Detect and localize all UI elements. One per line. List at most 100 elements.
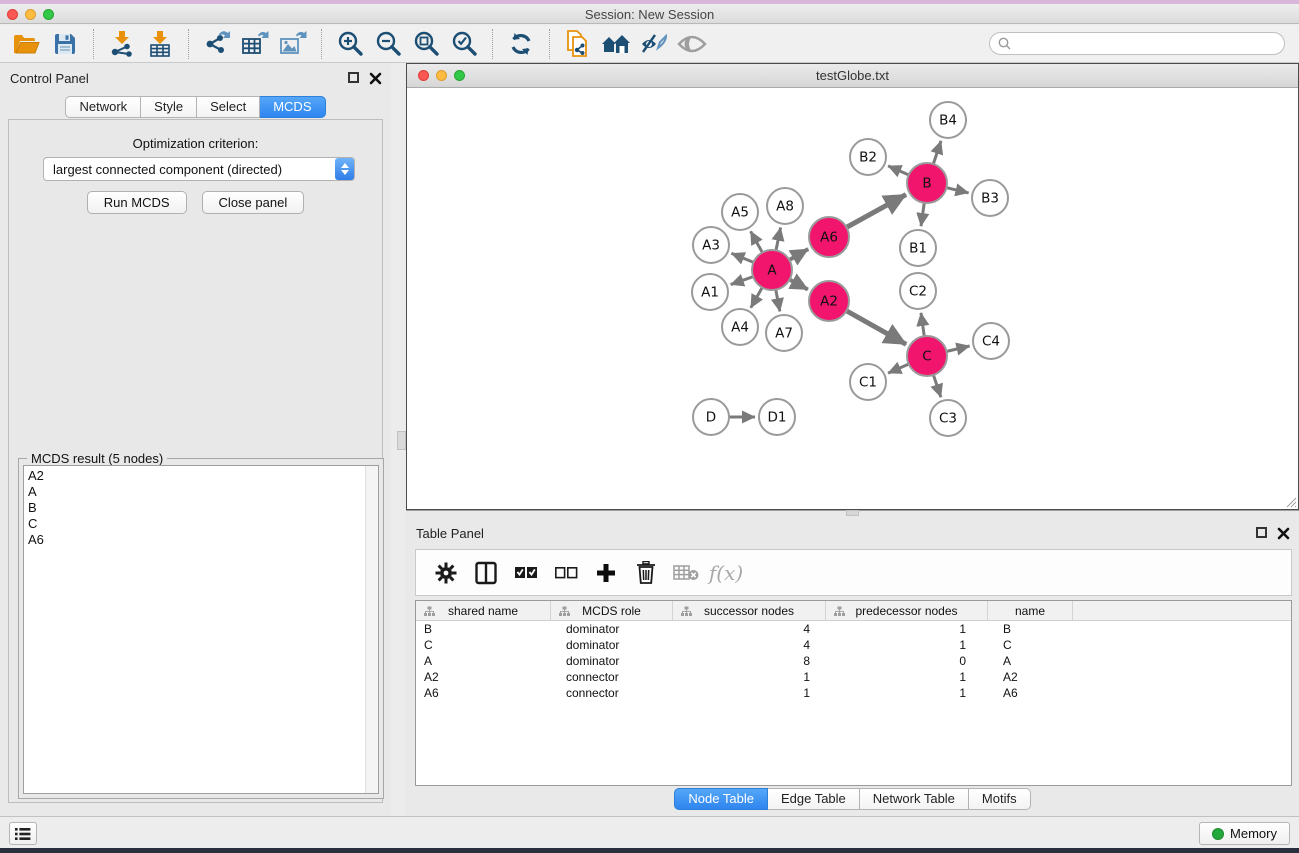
svg-text:A8: A8	[776, 199, 794, 215]
node-A5[interactable]: A5	[722, 194, 758, 230]
search-input[interactable]	[989, 32, 1285, 55]
export-image-icon[interactable]	[278, 29, 308, 59]
node-A7[interactable]: A7	[766, 315, 802, 351]
resize-grip[interactable]	[1283, 494, 1297, 508]
cell-successor-nodes: 1	[673, 685, 826, 701]
node-C2[interactable]: C2	[900, 273, 936, 309]
houses-icon[interactable]	[601, 29, 631, 59]
result-item[interactable]: B	[28, 500, 378, 516]
refresh-icon[interactable]	[506, 29, 536, 59]
tab-edge-table[interactable]: Edge Table	[768, 788, 860, 810]
column-header-filler	[1073, 601, 1291, 620]
mcds-result-list[interactable]: A2ABCA6	[23, 465, 379, 794]
result-item[interactable]: A2	[28, 468, 378, 484]
node-B4[interactable]: B4	[930, 102, 966, 138]
split-columns-icon[interactable]	[469, 558, 503, 588]
column-header-MCDS-role[interactable]: MCDS role	[551, 601, 673, 620]
tab-network-table[interactable]: Network Table	[860, 788, 969, 810]
node-B[interactable]: B	[907, 163, 947, 203]
node-B1[interactable]: B1	[900, 230, 936, 266]
destroy-table-icon[interactable]	[669, 558, 703, 588]
function-builder-icon[interactable]: f(x)	[709, 561, 743, 585]
column-header-predecessor-nodes[interactable]: predecessor nodes	[826, 601, 988, 620]
deselect-all-icon[interactable]	[549, 558, 583, 588]
network-window-titlebar[interactable]: testGlobe.txt	[407, 64, 1298, 88]
zoom-out-icon[interactable]	[373, 29, 403, 59]
optimization-criterion-select[interactable]: largest connected component (directed)	[43, 157, 355, 181]
cell-successor-nodes: 4	[673, 621, 826, 637]
select-all-icon[interactable]	[509, 558, 543, 588]
cell-MCDS-role: dominator	[551, 653, 673, 669]
table-panel-header: Table Panel	[406, 524, 1299, 544]
network-canvas[interactable]: B4 B2 B B3 A5 A8 A6 A3 B1 A A1 C2 A2 A4A7 C C4 C1 C3 D D1	[407, 88, 1298, 509]
table-row[interactable]: Bdominator41B	[416, 621, 1291, 637]
table-row[interactable]: Adominator80A	[416, 653, 1291, 669]
node-B2[interactable]: B2	[850, 139, 886, 175]
delete-column-icon[interactable]	[629, 558, 663, 588]
export-table-icon[interactable]	[240, 29, 270, 59]
import-table-icon[interactable]	[145, 29, 175, 59]
tab-mcds[interactable]: MCDS	[260, 96, 325, 118]
table-row[interactable]: A2connector11A2	[416, 669, 1291, 685]
tab-network[interactable]: Network	[65, 96, 141, 118]
node-A4[interactable]: A4	[722, 309, 758, 345]
node-D1[interactable]: D1	[759, 399, 795, 435]
clone-network-icon[interactable]	[563, 29, 593, 59]
application-window: Session: New Session Control Panel Netwo…	[0, 0, 1299, 853]
result-item[interactable]: A	[28, 484, 378, 500]
search-icon	[998, 37, 1011, 50]
node-A8[interactable]: A8	[767, 188, 803, 224]
memory-button[interactable]: Memory	[1199, 822, 1290, 845]
cell-successor-nodes: 8	[673, 653, 826, 669]
close-table-panel-icon[interactable]	[1277, 527, 1290, 540]
tab-motifs[interactable]: Motifs	[969, 788, 1031, 810]
node-A6[interactable]: A6	[809, 217, 849, 257]
import-network-icon[interactable]	[107, 29, 137, 59]
tab-node-table[interactable]: Node Table	[674, 788, 768, 810]
float-table-panel-icon[interactable]	[1256, 527, 1269, 540]
run-mcds-button[interactable]: Run MCDS	[87, 191, 187, 214]
node-D[interactable]: D	[693, 399, 729, 435]
cell-successor-nodes: 1	[673, 669, 826, 685]
result-item[interactable]: A6	[28, 532, 378, 548]
cell-predecessor-nodes: 1	[826, 669, 988, 685]
gear-icon[interactable]	[429, 558, 463, 588]
result-item[interactable]: C	[28, 516, 378, 532]
column-header-shared-name[interactable]: shared name	[416, 601, 551, 620]
task-history-button[interactable]	[9, 822, 37, 845]
column-header-name[interactable]: name	[988, 601, 1073, 620]
close-panel-icon[interactable]	[369, 72, 382, 85]
zoom-in-icon[interactable]	[335, 29, 365, 59]
save-session-icon[interactable]	[50, 29, 80, 59]
hide-graphics-icon[interactable]	[639, 29, 669, 59]
eye-icon[interactable]	[677, 29, 707, 59]
node-A3[interactable]: A3	[693, 227, 729, 263]
table-row[interactable]: A6connector11A6	[416, 685, 1291, 701]
add-column-icon[interactable]	[589, 558, 623, 588]
node-C1[interactable]: C1	[850, 364, 886, 400]
column-header-successor-nodes[interactable]: successor nodes	[673, 601, 826, 620]
cell-shared-name: A2	[416, 669, 551, 685]
node-C3[interactable]: C3	[930, 400, 966, 436]
svg-text:D1: D1	[768, 410, 787, 426]
zoom-selected-icon[interactable]	[449, 29, 479, 59]
node-C[interactable]: C	[907, 336, 947, 376]
close-panel-button[interactable]: Close panel	[202, 191, 305, 214]
svg-text:B3: B3	[981, 191, 999, 207]
tab-select[interactable]: Select	[197, 96, 260, 118]
zoom-fit-icon[interactable]	[411, 29, 441, 59]
result-scrollbar[interactable]	[365, 466, 378, 793]
tab-style[interactable]: Style	[141, 96, 197, 118]
node-A2[interactable]: A2	[809, 281, 849, 321]
cell-MCDS-role: dominator	[551, 621, 673, 637]
node-B3[interactable]: B3	[972, 180, 1008, 216]
node-C4[interactable]: C4	[973, 323, 1009, 359]
open-session-icon[interactable]	[12, 29, 42, 59]
table-row[interactable]: Cdominator41C	[416, 637, 1291, 653]
float-panel-icon[interactable]	[348, 72, 361, 85]
vertical-split-handle[interactable]	[397, 431, 406, 450]
main-toolbar	[0, 25, 1299, 63]
node-A[interactable]: A	[752, 250, 792, 290]
export-network-icon[interactable]	[202, 29, 232, 59]
node-A1[interactable]: A1	[692, 274, 728, 310]
